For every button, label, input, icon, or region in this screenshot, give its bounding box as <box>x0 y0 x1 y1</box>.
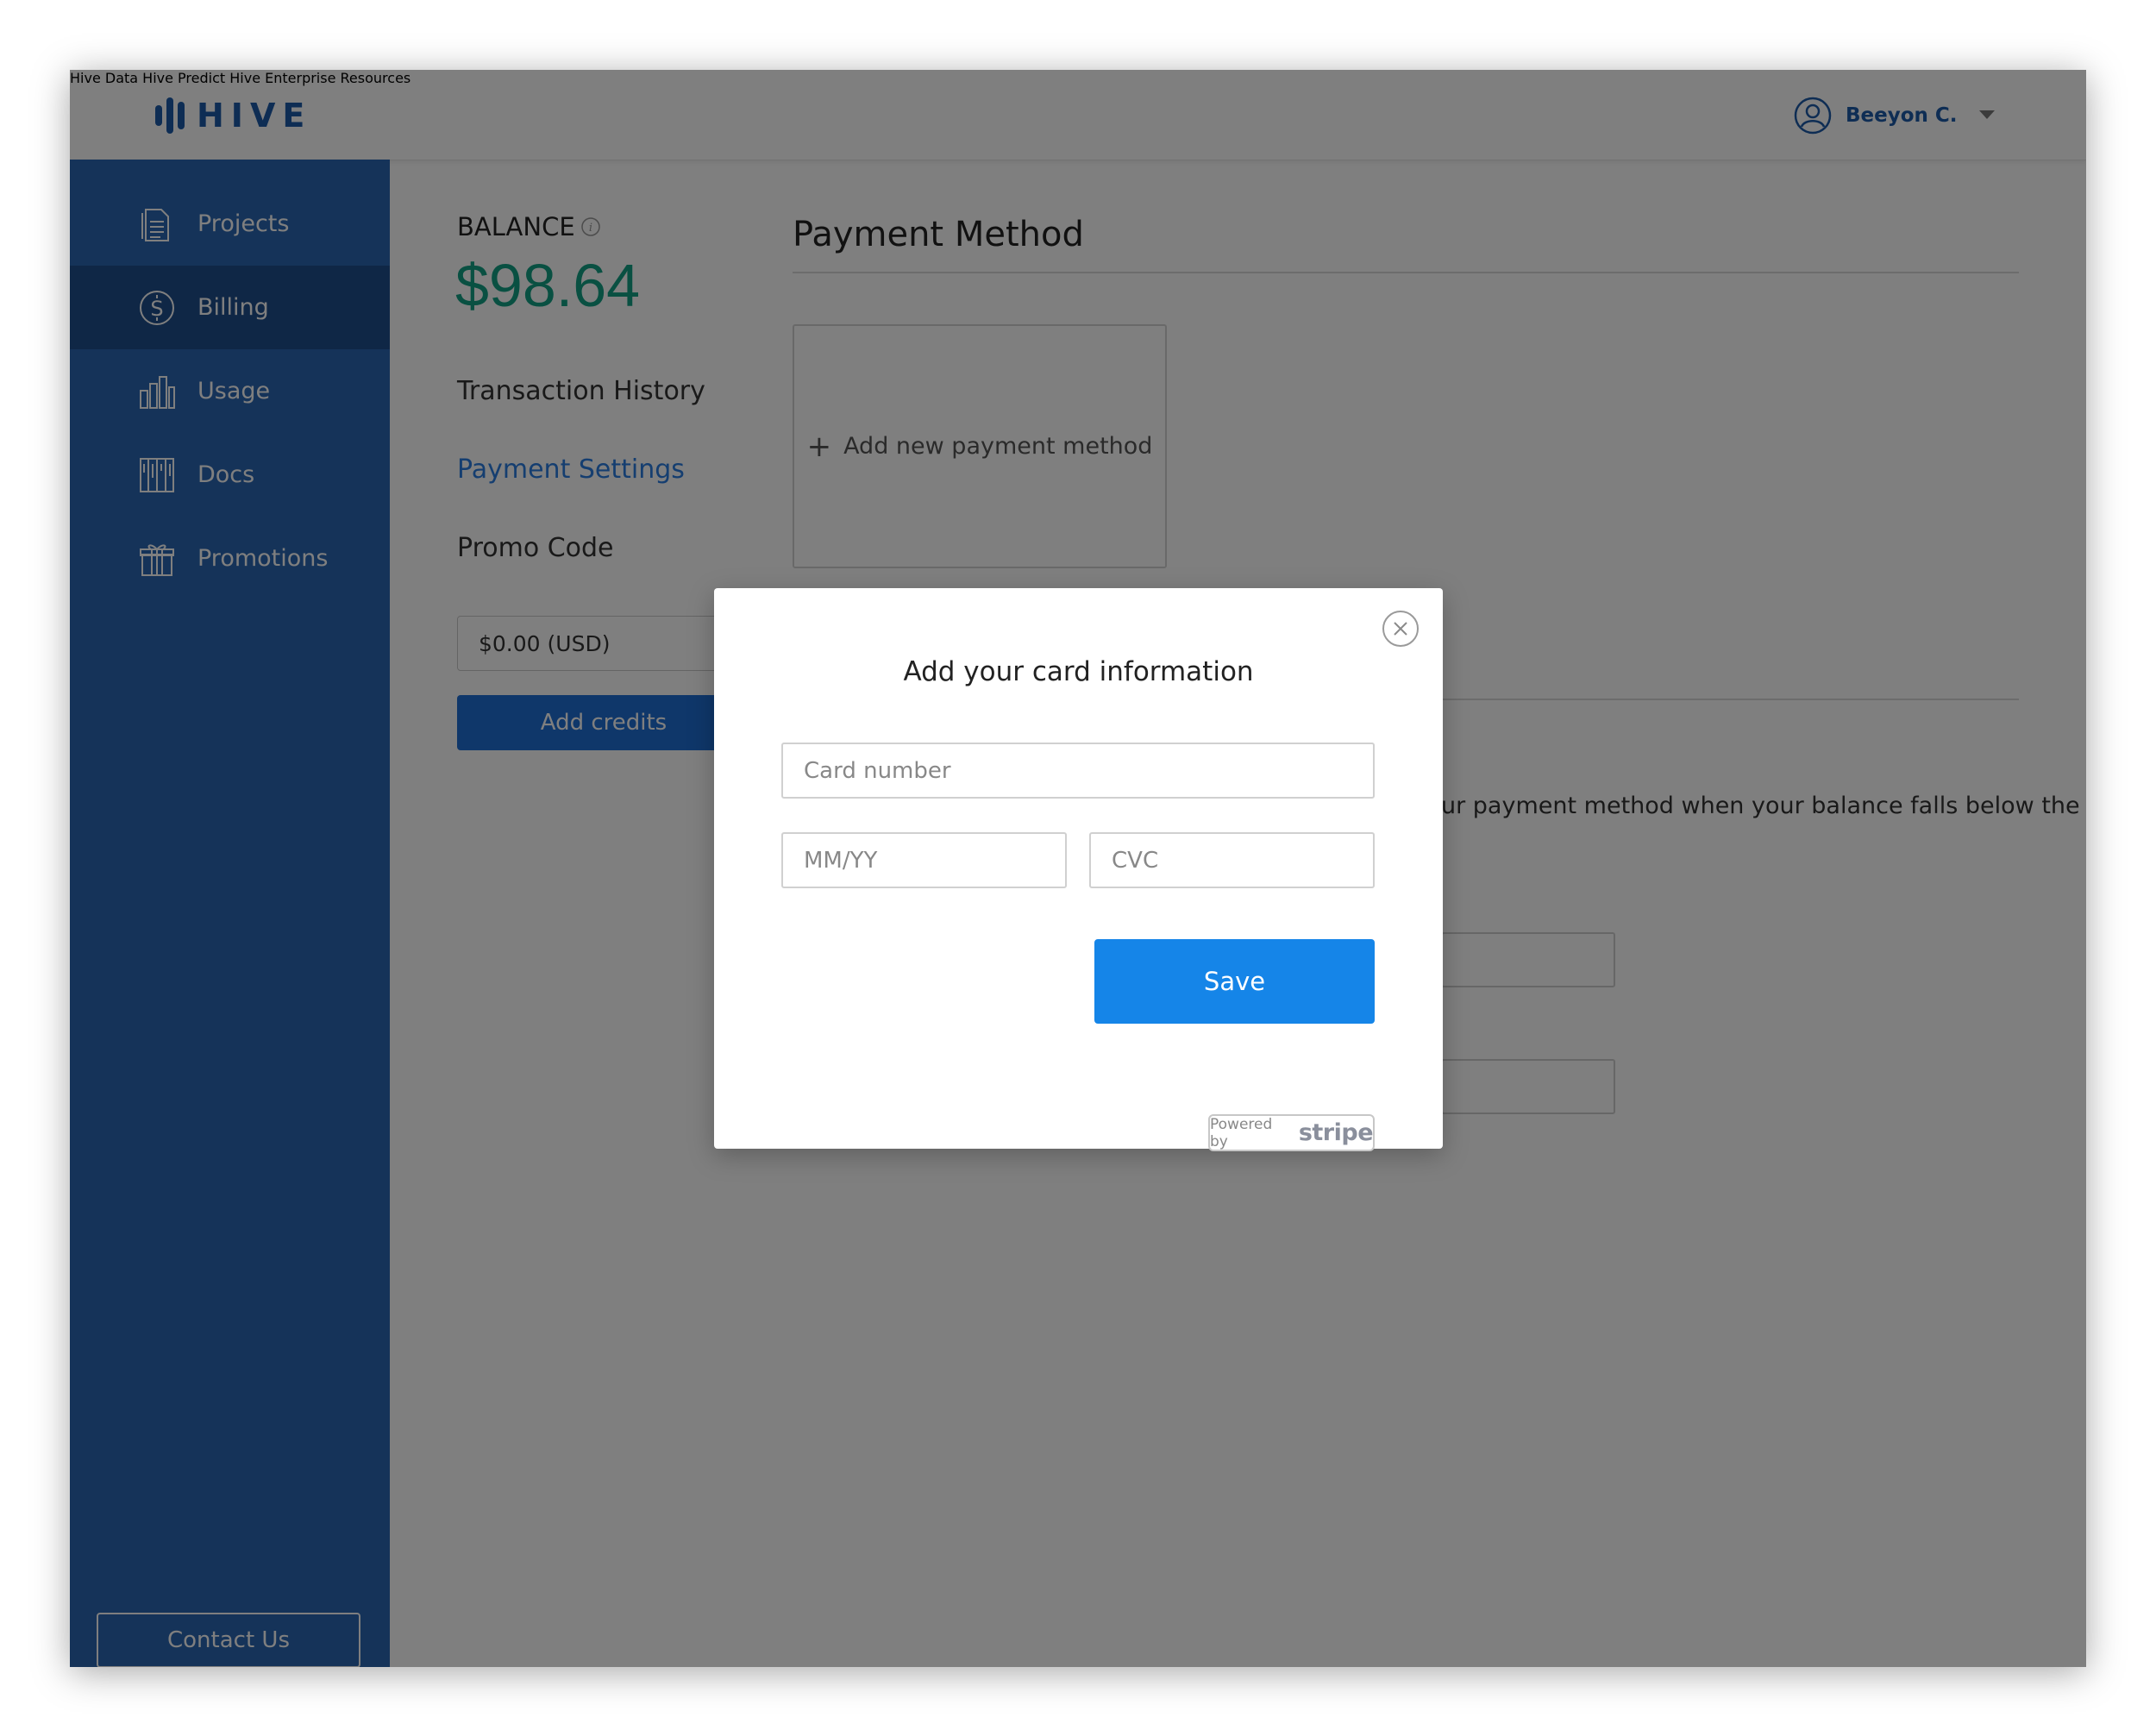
add-card-modal: Add your card information Save Powered b… <box>714 588 1443 1151</box>
powered-by-label: Powered by <box>1210 1115 1273 1150</box>
modal-title: Add your card information <box>903 656 1254 687</box>
save-button[interactable]: Save <box>1094 939 1375 1024</box>
close-button[interactable] <box>1382 611 1419 647</box>
app-window: HIVE Hive Data Hive Predict Hive Enterpr… <box>70 70 2086 1667</box>
powered-by-stripe-badge[interactable]: Powered by stripe <box>1208 1114 1375 1151</box>
close-icon <box>1394 622 1407 636</box>
card-number-input[interactable] <box>781 743 1375 799</box>
cvc-input[interactable] <box>1089 832 1375 888</box>
stripe-logo: stripe <box>1298 1119 1374 1146</box>
expiry-input[interactable] <box>781 832 1067 888</box>
